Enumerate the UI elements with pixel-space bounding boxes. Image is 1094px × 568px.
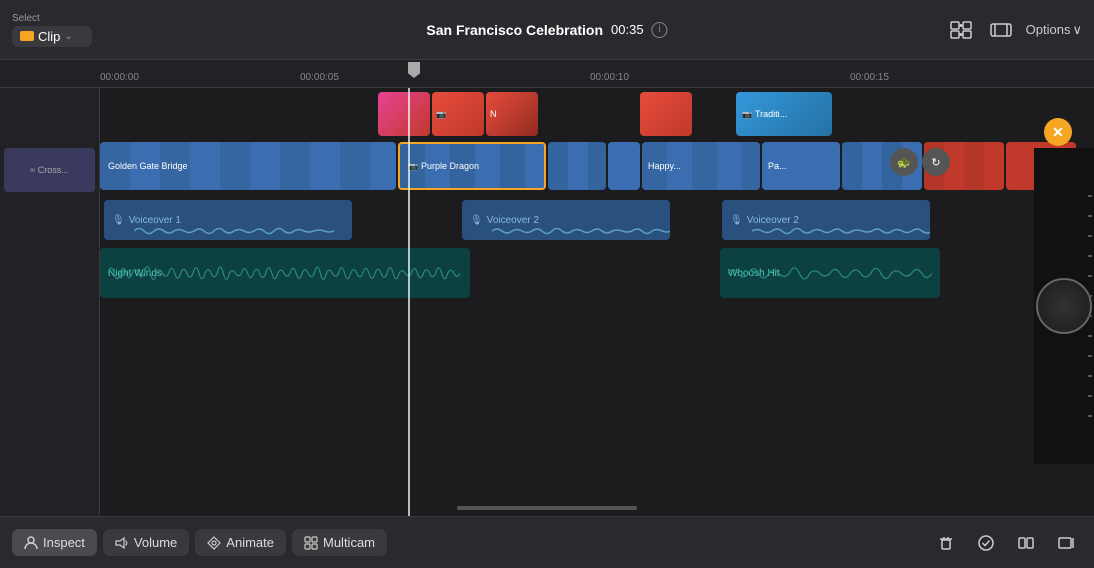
info-icon[interactable]: i — [652, 22, 668, 38]
trash-icon — [937, 534, 955, 552]
ruler-tick-2: 00:00:10 — [590, 72, 629, 83]
voiceover-track: 🎙 Voiceover 1 🎙 Voiceover 2 🎙 — [100, 200, 1094, 242]
vo-clip-3[interactable]: 🎙 Voiceover 2 — [722, 200, 930, 240]
title-group: San Francisco Celebration 00:35 i — [426, 22, 667, 38]
ruler-tick-1: 00:00:05 — [300, 72, 339, 83]
multicam-button[interactable]: Multicam — [292, 529, 387, 556]
purple-dragon-label: Purple Dragon — [421, 161, 479, 171]
connected-clip-3[interactable] — [640, 92, 692, 136]
select-clip-dropdown[interactable]: Clip ⌄ — [12, 26, 92, 47]
connected-clips-row: 📷 N 📷 Traditi... — [100, 92, 1094, 140]
ruler-tick-0: 00:00:00 — [100, 72, 139, 83]
vo-clip-1[interactable]: 🎙 Voiceover 1 — [104, 200, 352, 240]
timeline-section: ≈ Cross... 📷 N 📷 Traditi... — [0, 88, 1094, 516]
vo-clip-2[interactable]: 🎙 Voiceover 2 — [462, 200, 670, 240]
app-container: Select Clip ⌄ San Francisco Celebration … — [0, 0, 1094, 568]
split-clip-icon — [1017, 534, 1035, 552]
transition-label-clip: ≈ Cross... — [4, 148, 95, 192]
clip-duration-button[interactable] — [986, 17, 1016, 43]
split-button[interactable] — [1010, 527, 1042, 559]
audio-clip-whoosh[interactable]: Whoosh Hit — [720, 248, 940, 298]
timecode-display: 00:35 — [611, 22, 644, 37]
speed-turtle-button[interactable]: 🐢 — [890, 148, 918, 176]
volume-button[interactable]: Volume — [103, 529, 189, 556]
clip-color-icon — [20, 31, 34, 41]
clip-golden-gate[interactable]: Golden Gate Bridge — [100, 142, 396, 190]
options-button[interactable]: Options ∨ — [1026, 22, 1082, 38]
clip-happy[interactable]: Happy... — [642, 142, 760, 190]
bottom-toolbar-right — [930, 527, 1082, 559]
project-title: San Francisco Celebration — [426, 22, 603, 38]
audio-clip-night-winds[interactable]: Night Winds — [100, 248, 470, 298]
connected-clip-1[interactable]: 📷 — [432, 92, 484, 136]
chevron-down-icon: ⌄ — [64, 31, 72, 42]
clip-type-label: Clip — [38, 29, 60, 44]
speed-controls: 🐢 ↻ — [890, 148, 950, 176]
animate-button[interactable]: Animate — [195, 529, 286, 556]
ruler-tick-3: 00:00:15 — [850, 72, 889, 83]
clip-end-icon — [1057, 534, 1075, 552]
inspect-button[interactable]: Inspect — [12, 529, 97, 556]
animate-icon — [207, 536, 221, 550]
happy-label: Happy... — [648, 161, 681, 171]
connected-clip-2[interactable]: N — [486, 92, 538, 136]
multicam-icon — [304, 536, 318, 550]
inspect-icon — [24, 536, 38, 550]
clip-purple-dragon[interactable]: 📷 Purple Dragon — [398, 142, 546, 190]
scroll-indicator[interactable] — [457, 506, 637, 510]
select-group: Select Clip ⌄ — [12, 13, 92, 47]
clip-end-button[interactable] — [1050, 527, 1082, 559]
golden-gate-label: Golden Gate Bridge — [108, 161, 188, 171]
volume-icon — [115, 536, 129, 550]
toolbar-right: Options ∨ — [946, 17, 1082, 43]
select-label: Select — [12, 13, 92, 24]
audio-track: Night Winds Whoosh Hit — [100, 248, 1094, 302]
connected-clip-4[interactable]: 📷 Traditi... — [736, 92, 832, 136]
top-bar: Select Clip ⌄ San Francisco Celebration … — [0, 0, 1094, 60]
speed-forward-button[interactable]: ↻ — [922, 148, 950, 176]
close-button[interactable]: ✕ — [1044, 118, 1072, 146]
multicam-view-button[interactable] — [946, 17, 976, 43]
clip-after-pd[interactable] — [548, 142, 606, 190]
bottom-toolbar-left: Inspect Volume Animate — [12, 529, 387, 556]
connected-clip-0[interactable] — [378, 92, 430, 136]
track-labels: ≈ Cross... — [0, 88, 100, 516]
timeline-ruler: 00:00:00 00:00:05 00:00:10 00:00:15 — [0, 60, 1094, 88]
bottom-toolbar: Inspect Volume Animate — [0, 516, 1094, 568]
pa-label: Pa... — [768, 161, 787, 171]
delete-button[interactable] — [930, 527, 962, 559]
clip-c[interactable] — [608, 142, 640, 190]
playhead-handle[interactable] — [408, 60, 420, 88]
checkmark-button[interactable] — [970, 527, 1002, 559]
clip-pa[interactable]: Pa... — [762, 142, 840, 190]
check-circle-icon — [977, 534, 995, 552]
timeline-area[interactable]: ≈ Cross... 📷 N 📷 Traditi... — [0, 88, 1094, 516]
dial-wheel[interactable] — [1036, 176, 1092, 436]
dial-container — [1034, 148, 1094, 464]
